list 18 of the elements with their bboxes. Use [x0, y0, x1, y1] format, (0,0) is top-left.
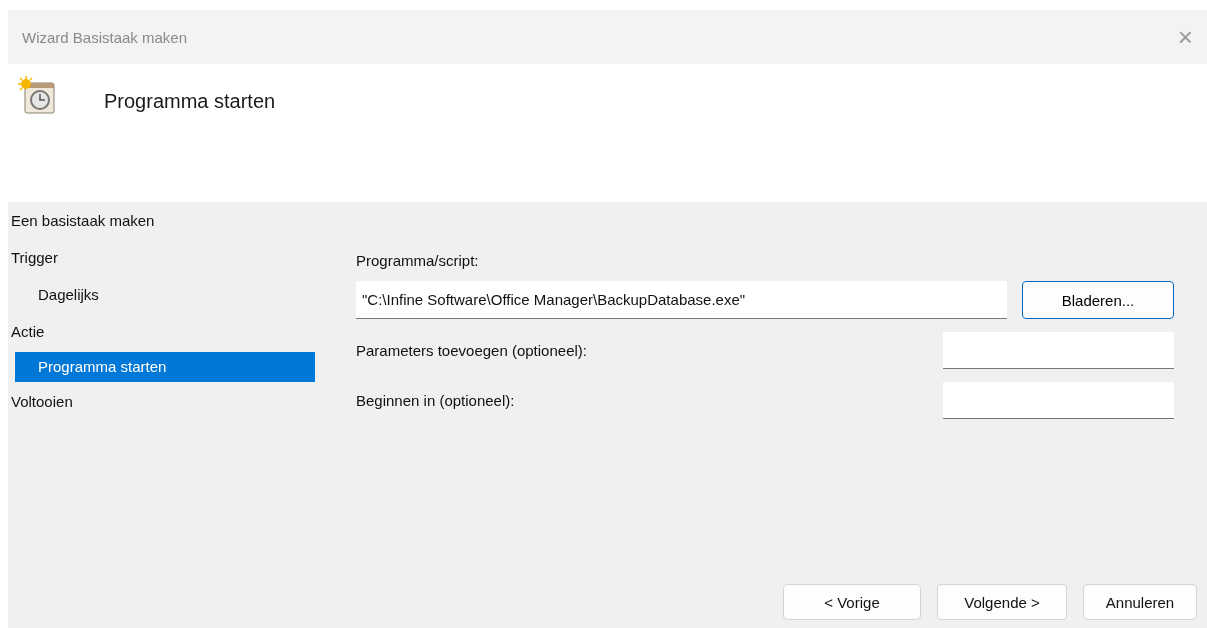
sidebar-item[interactable]: Programma starten: [15, 352, 315, 382]
calendar-clock-icon: [18, 76, 58, 116]
wizard-button[interactable]: Annuleren: [1083, 584, 1197, 620]
sidebar-item[interactable]: Een basistaak maken: [8, 208, 315, 245]
sidebar-item[interactable]: Voltooien: [8, 389, 315, 426]
program-path-field[interactable]: "C:\Infine Software\Office Manager\BackupDatabase.exe": [356, 281, 1007, 319]
input-field[interactable]: [943, 332, 1174, 369]
browse-button[interactable]: Bladeren...: [1022, 281, 1174, 319]
field-label: Parameters toevoegen (optioneel):: [356, 342, 587, 359]
wizard-button[interactable]: Volgende >: [937, 584, 1067, 620]
sidebar-item[interactable]: Dagelijks: [15, 282, 315, 319]
page-heading: Programma starten: [104, 90, 276, 113]
sidebar-item[interactable]: Trigger: [8, 245, 315, 282]
field-label: Beginnen in (optioneel):: [356, 392, 515, 409]
field-label: Programma/script:: [356, 252, 480, 269]
input-field[interactable]: [943, 382, 1174, 419]
window-title: Wizard Basistaak maken: [22, 28, 188, 46]
wizard-button[interactable]: < Vorige: [783, 584, 921, 620]
